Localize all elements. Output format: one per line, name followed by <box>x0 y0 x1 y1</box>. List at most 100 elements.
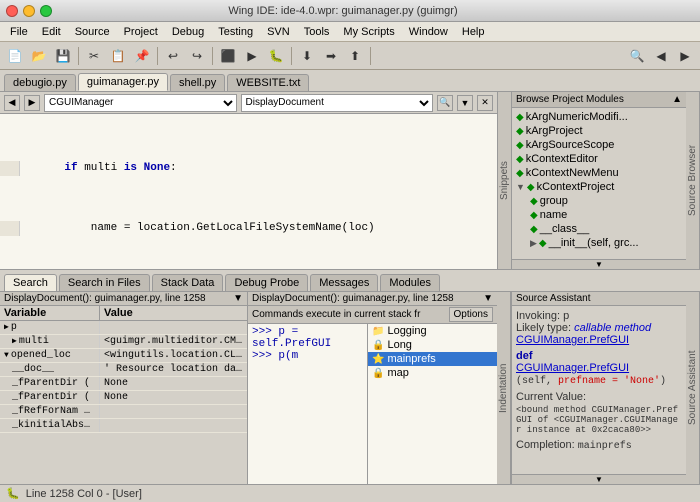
menubar-item-testing[interactable]: Testing <box>212 25 259 39</box>
menubar-item-window[interactable]: Window <box>403 25 454 39</box>
var-scroll-btn[interactable]: ▼ <box>233 293 243 304</box>
project-browser-title: Browse Project Modules <box>516 94 624 105</box>
tab-debugio[interactable]: debugio.py <box>4 74 76 91</box>
method-selector[interactable]: DisplayDocument <box>241 94 434 112</box>
tree-label: __class__ <box>540 223 590 235</box>
menubar-item-source[interactable]: Source <box>69 25 116 39</box>
probe-shell[interactable]: >>> p = self.PrefGUI >>> p(m <box>248 324 367 484</box>
nav-fwd-btn[interactable]: ▶ <box>674 45 696 67</box>
tab-guimanager[interactable]: guimanager.py <box>78 73 168 91</box>
debug-btn[interactable]: 🐛 <box>265 45 287 67</box>
probe-options-button[interactable]: Options <box>449 307 493 322</box>
def-signature[interactable]: CGUIManager.PrefGUI <box>516 362 629 374</box>
close-button[interactable] <box>6 5 18 17</box>
var-row-doc[interactable]: __doc__ ' Resource location data cl <box>0 363 247 377</box>
nav-back-btn[interactable]: ◀ <box>650 45 672 67</box>
tab-search[interactable]: Search <box>4 274 57 291</box>
tree-item-init[interactable]: ▶ ◆ __init__(self, grc... <box>514 236 684 250</box>
menubar-item-svn[interactable]: SVN <box>261 25 296 39</box>
var-row-opened-loc[interactable]: ▼opened_loc <wingutils.location.CLocal <box>0 349 247 363</box>
menubar-item-file[interactable]: File <box>4 25 34 39</box>
variable-table: Variable Value ▶p ▶multi <guimgr.multied… <box>0 306 247 484</box>
code-content: if multi is None: name = location.GetLoc… <box>0 114 497 269</box>
step-over-btn[interactable]: ➡ <box>320 45 342 67</box>
menubar-item-debug[interactable]: Debug <box>166 25 210 39</box>
tree-item-kArgNumeric[interactable]: ◆ kArgNumericModifi... <box>514 110 684 124</box>
editor-class-toolbar: ◀ ▶ CGUIManager DisplayDocument 🔍 ▼ ✕ <box>0 92 497 114</box>
titlebar: Wing IDE: ide-4.0.wpr: guimanager.py (gu… <box>0 0 700 22</box>
step-btn[interactable]: ⬇ <box>296 45 318 67</box>
editor-expand-btn[interactable]: ✕ <box>477 95 493 111</box>
tree-item-kContextEditor[interactable]: ◆ kContextEditor <box>514 152 684 166</box>
panel-scroll-up[interactable]: ▲ <box>672 94 682 105</box>
copy-btn[interactable]: 📋 <box>107 45 129 67</box>
editor-zoom-btn[interactable]: 🔍 <box>437 95 453 111</box>
menubar-item-project[interactable]: Project <box>118 25 164 39</box>
open-btn[interactable]: 📂 <box>28 45 50 67</box>
tab-modules[interactable]: Modules <box>380 274 440 291</box>
probe-tree-label: Long <box>387 339 411 351</box>
probe-tree-mainprefs[interactable]: ⭐ mainprefs <box>368 352 497 366</box>
var-header-value: Value <box>100 306 137 320</box>
code-editor[interactable]: if multi is None: name = location.GetLoc… <box>0 114 497 269</box>
tab-debug-probe[interactable]: Debug Probe <box>225 274 308 291</box>
menubar-item-edit[interactable]: Edit <box>36 25 67 39</box>
tree-item-class[interactable]: ◆ __class__ <box>514 222 684 236</box>
project-browser-panel: Browse Project Modules ▲ ◆ kArgNumericMo… <box>511 92 686 269</box>
tree-item-kContextNewMenu[interactable]: ◆ kContextNewMenu <box>514 166 684 180</box>
tree-item-kContextProject[interactable]: ▼ ◆ kContextProject <box>514 180 684 194</box>
probe-scroll-btn[interactable]: ▼ <box>483 293 493 304</box>
tree-item-name[interactable]: ◆ name <box>514 208 684 222</box>
editor-collapse-btn[interactable]: ▼ <box>457 95 473 111</box>
tree-item-group[interactable]: ◆ group <box>514 194 684 208</box>
nav-fwd-editor[interactable]: ▶ <box>24 95 40 111</box>
panel-scroll-down[interactable]: ▼ <box>595 260 603 269</box>
step-out-btn[interactable]: ⬆ <box>344 45 366 67</box>
probe-tree-long[interactable]: 🔒 Long <box>368 338 497 352</box>
var-name: ▶p <box>0 321 100 334</box>
search-btn[interactable]: 🔍 <box>626 45 648 67</box>
tab-stack-data[interactable]: Stack Data <box>152 274 224 291</box>
menubar-item-my scripts[interactable]: My Scripts <box>337 25 400 39</box>
cut-btn[interactable]: ✂ <box>83 45 105 67</box>
tree-expand-arrow: ▶ <box>530 238 537 249</box>
maximize-button[interactable] <box>40 5 52 17</box>
menubar-item-tools[interactable]: Tools <box>298 25 336 39</box>
tree-item-kArgProject[interactable]: ◆ kArgProject <box>514 124 684 138</box>
save-btn[interactable]: 💾 <box>52 45 74 67</box>
redo-btn[interactable]: ↪ <box>186 45 208 67</box>
tab-shell[interactable]: shell.py <box>170 74 225 91</box>
new-btn[interactable]: 📄 <box>4 45 26 67</box>
sep5 <box>370 47 371 65</box>
assistant-scroll-btn[interactable]: ▼ <box>595 475 603 484</box>
stop-btn[interactable]: ⬛ <box>217 45 239 67</box>
tree-label: kContextNewMenu <box>526 167 619 179</box>
sep3 <box>212 47 213 65</box>
likely-type-link[interactable]: CGUIManager.PrefGUI <box>516 334 629 346</box>
tab-website[interactable]: WEBSITE.txt <box>227 74 309 91</box>
tree-icon-green: ◆ <box>539 238 547 249</box>
var-row-kinitial[interactable]: _kinitialAbsP u'/' <box>0 419 247 433</box>
var-row-parentdir1[interactable]: _fParentDir ( None <box>0 377 247 391</box>
var-row-p[interactable]: ▶p <box>0 321 247 335</box>
paste-btn[interactable]: 📌 <box>131 45 153 67</box>
nav-back-editor[interactable]: ◀ <box>4 95 20 111</box>
tab-messages[interactable]: Messages <box>310 274 378 291</box>
tree-item-kArgSourceScope[interactable]: ◆ kArgSourceScope <box>514 138 684 152</box>
tree-label: kContextEditor <box>526 153 598 165</box>
var-row-parentdir2[interactable]: _fParentDir ( None <box>0 391 247 405</box>
source-assistant-side-label: Source Assistant <box>686 292 700 484</box>
def-params: (self, prefname = 'None') <box>516 376 666 387</box>
run-btn[interactable]: ▶ <box>241 45 263 67</box>
tab-search-files[interactable]: Search in Files <box>59 274 150 291</box>
var-row-multi[interactable]: ▶multi <guimgr.multieditor.CMulti <box>0 335 247 349</box>
var-row-reffornam[interactable]: _fRefForNam {} <box>0 405 247 419</box>
probe-tree-logging[interactable]: 📁 Logging <box>368 324 497 338</box>
tree-icon-green: ◆ <box>530 196 538 207</box>
class-selector[interactable]: CGUIManager <box>44 94 237 112</box>
lock-folder-icon: 🔒 <box>372 340 384 351</box>
undo-btn[interactable]: ↩ <box>162 45 184 67</box>
probe-tree-map[interactable]: 🔒 map <box>368 366 497 380</box>
menubar-item-help[interactable]: Help <box>456 25 491 39</box>
minimize-button[interactable] <box>23 5 35 17</box>
